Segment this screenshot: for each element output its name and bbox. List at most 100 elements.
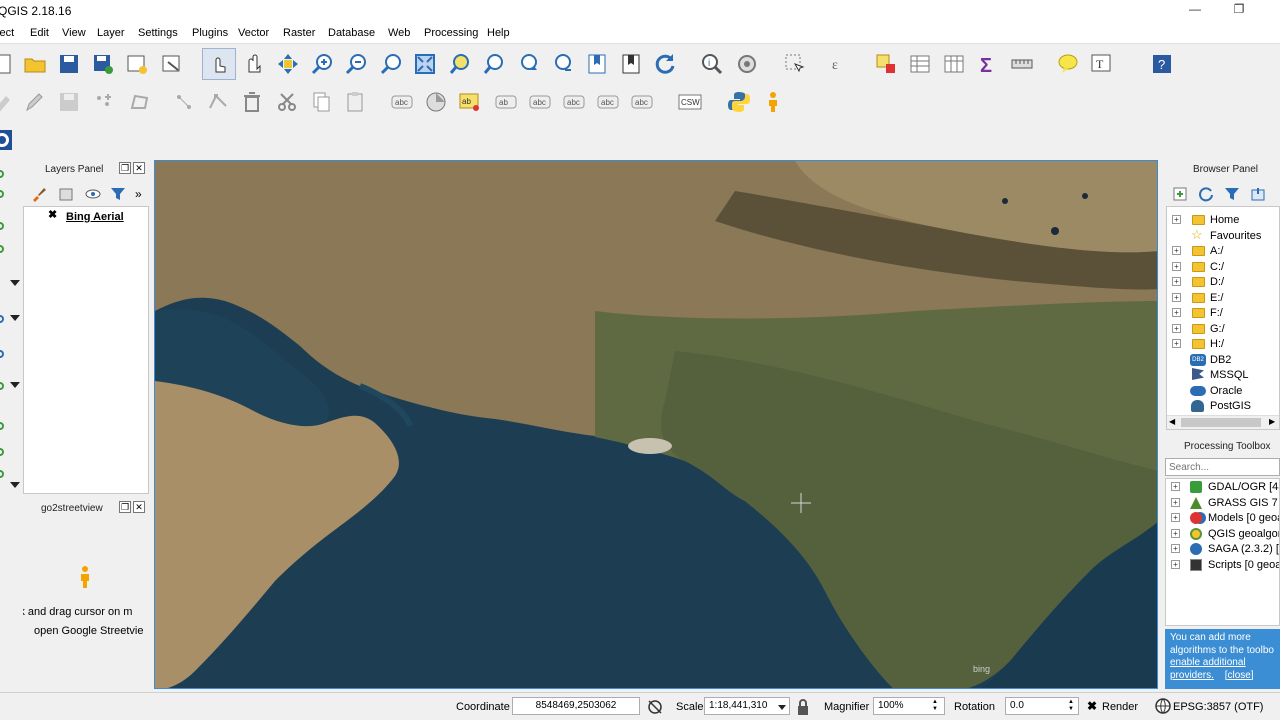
statistical-summary-icon[interactable]: Σ xyxy=(976,52,1000,76)
measure-line-icon[interactable] xyxy=(1010,52,1034,76)
close-notice-link[interactable]: [close] xyxy=(1225,670,1254,681)
menu-web[interactable]: Web xyxy=(388,27,410,39)
more-tools-icon[interactable]: » xyxy=(135,187,142,201)
expand-icon[interactable]: + xyxy=(1172,246,1181,255)
maximize-button[interactable]: ❐ xyxy=(1224,2,1254,20)
menu-edit[interactable]: Edit xyxy=(30,27,49,39)
layer-name-bing-aerial[interactable]: Bing Aerial xyxy=(66,211,124,223)
save-as-icon[interactable] xyxy=(91,52,115,76)
copy-features-icon[interactable] xyxy=(309,90,333,114)
minimize-button[interactable]: — xyxy=(1180,2,1210,20)
toggle-editing-icon[interactable] xyxy=(22,90,46,114)
highlight-pinned-labels-icon[interactable]: ab xyxy=(494,90,518,114)
expand-icon[interactable]: + xyxy=(1172,215,1181,224)
coordinate-field[interactable]: 8548469,2503062 xyxy=(512,697,640,715)
open-project-icon[interactable] xyxy=(23,52,47,76)
float-panel-button[interactable]: ❐ xyxy=(119,162,131,174)
select-by-value-icon[interactable]: ε xyxy=(829,52,853,76)
chevron-down-icon[interactable] xyxy=(10,280,20,286)
map-tips-icon[interactable] xyxy=(1056,52,1080,76)
field-calculator-icon[interactable] xyxy=(942,52,966,76)
menu-vector[interactable]: Vector xyxy=(238,27,269,39)
zoom-to-selection-icon[interactable] xyxy=(448,52,472,76)
expand-icon[interactable]: + xyxy=(1171,560,1180,569)
globe-icon[interactable] xyxy=(1155,698,1171,714)
layer-visibility-checkbox[interactable]: ✖ xyxy=(48,210,58,221)
enable-providers-link[interactable]: enable additional xyxy=(1170,657,1280,670)
chevron-down-icon[interactable] xyxy=(10,482,20,488)
expand-icon[interactable]: + xyxy=(1172,324,1181,333)
zoom-out-icon[interactable] xyxy=(344,52,368,76)
show-bookmarks-icon[interactable] xyxy=(619,52,643,76)
map-canvas[interactable]: bing xyxy=(154,160,1158,689)
add-layer-icon[interactable] xyxy=(0,315,4,323)
add-layer-icon[interactable] xyxy=(0,448,4,456)
open-styling-icon[interactable] xyxy=(31,186,47,202)
zoom-full-icon[interactable] xyxy=(413,52,437,76)
csw-icon[interactable]: CSW xyxy=(678,90,702,114)
delete-selected-icon[interactable] xyxy=(240,90,264,114)
add-layer-icon[interactable] xyxy=(0,222,4,230)
pan-map-icon[interactable] xyxy=(242,52,266,76)
touch-zoom-pan-icon[interactable] xyxy=(207,52,231,76)
node-tool-icon[interactable] xyxy=(206,90,230,114)
scroll-right-icon[interactable]: ▶ xyxy=(1269,417,1275,426)
expand-icon[interactable]: + xyxy=(1172,308,1181,317)
add-layer-icon[interactable] xyxy=(0,350,4,358)
expand-icon[interactable]: + xyxy=(1172,339,1181,348)
expand-icon[interactable]: + xyxy=(1171,529,1180,538)
scroll-left-icon[interactable]: ◀ xyxy=(1169,417,1175,426)
add-layer-icon[interactable] xyxy=(0,170,4,178)
move-feature-icon[interactable] xyxy=(172,90,196,114)
pin-labels-icon[interactable]: ab xyxy=(458,90,482,114)
save-layer-edits-icon[interactable] xyxy=(57,90,81,114)
refresh-browser-icon[interactable] xyxy=(1198,186,1214,202)
horizontal-scrollbar[interactable]: ◀ ▶ xyxy=(1167,415,1279,429)
change-label-icon[interactable]: abc xyxy=(630,90,654,114)
zoom-last-icon[interactable] xyxy=(517,52,541,76)
select-features-icon[interactable] xyxy=(783,52,807,76)
zoom-native-icon[interactable] xyxy=(379,52,403,76)
satellite-imagery[interactable] xyxy=(155,161,1158,689)
pan-to-selection-icon[interactable] xyxy=(276,52,300,76)
toggle-extents-icon[interactable] xyxy=(646,698,664,716)
menu-project[interactable]: Project xyxy=(0,27,14,39)
deselect-features-icon[interactable] xyxy=(874,52,898,76)
chevron-down-icon[interactable] xyxy=(10,315,20,321)
rotation-stepper[interactable]: ▲ ▼ xyxy=(1068,699,1074,713)
help-contents-icon[interactable]: ? xyxy=(1150,52,1174,76)
new-print-composer-icon[interactable] xyxy=(125,52,149,76)
expand-icon[interactable]: + xyxy=(1171,498,1180,507)
magnifier-stepper[interactable]: ▲ ▼ xyxy=(932,699,938,713)
add-layer-icon[interactable] xyxy=(0,245,4,253)
processing-search-input[interactable] xyxy=(1165,458,1280,476)
layer-diagram-icon[interactable] xyxy=(424,90,448,114)
add-group-icon[interactable] xyxy=(58,186,74,202)
save-project-icon[interactable] xyxy=(57,52,81,76)
menu-plugins[interactable]: Plugins xyxy=(192,27,228,39)
add-layer-icon[interactable] xyxy=(0,470,4,478)
menu-settings[interactable]: Settings xyxy=(138,27,178,39)
zoom-next-icon[interactable] xyxy=(551,52,575,76)
zoom-to-layer-icon[interactable] xyxy=(482,52,506,76)
close-panel-button[interactable]: ✕ xyxy=(133,162,145,174)
cut-features-icon[interactable] xyxy=(275,90,299,114)
current-edits-icon[interactable] xyxy=(0,90,14,114)
add-polygon-icon[interactable] xyxy=(128,90,152,114)
expand-icon[interactable]: + xyxy=(1172,277,1181,286)
menu-database[interactable]: Database xyxy=(328,27,375,39)
collapse-all-icon[interactable] xyxy=(1250,186,1266,202)
text-annotation-icon[interactable]: T xyxy=(1090,52,1114,76)
close-panel-button[interactable]: ✕ xyxy=(133,501,145,513)
composer-manager-icon[interactable] xyxy=(160,52,184,76)
move-label-icon[interactable]: abc xyxy=(562,90,586,114)
attribute-table-icon[interactable] xyxy=(908,52,932,76)
menu-processing[interactable]: Processing xyxy=(424,27,478,39)
add-layer-icon[interactable] xyxy=(0,422,4,430)
show-hide-labels-icon[interactable]: abc xyxy=(528,90,552,114)
render-checkbox[interactable]: ✖ xyxy=(1087,699,1097,713)
lock-scale-icon[interactable] xyxy=(796,698,810,716)
add-layer-icon[interactable] xyxy=(0,382,4,390)
paste-features-icon[interactable] xyxy=(343,90,367,114)
add-layer-icon[interactable] xyxy=(0,190,4,198)
